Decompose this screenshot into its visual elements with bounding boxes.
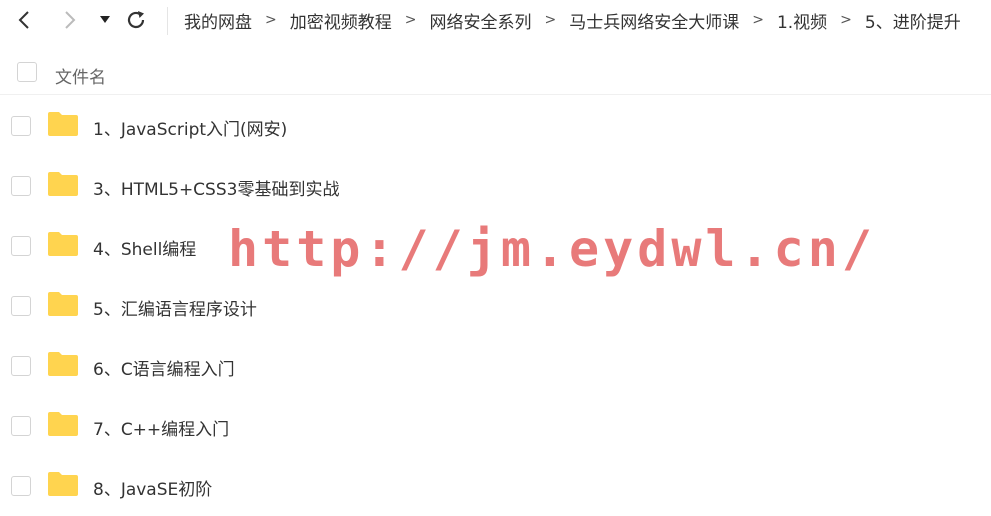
forward-button[interactable] [60, 8, 80, 32]
column-header-filename[interactable]: 文件名 [55, 63, 106, 88]
file-name: 7、C++编程入门 [93, 420, 230, 440]
file-row[interactable]: 5、汇编语言程序设计 [0, 276, 991, 336]
breadcrumb-item-current[interactable]: 5、进阶提升 [865, 8, 961, 33]
file-name: 5、汇编语言程序设计 [93, 300, 257, 320]
row-checkbox[interactable] [11, 296, 31, 316]
caret-down-icon [100, 16, 110, 23]
row-checkbox[interactable] [11, 116, 31, 136]
select-all-checkbox[interactable] [17, 62, 37, 82]
watermark-url: http://jm.eydwl.cn/ [228, 220, 876, 278]
breadcrumb-separator: > [404, 12, 417, 28]
row-checkbox[interactable] [11, 416, 31, 436]
file-list-header: 文件名 [0, 51, 991, 95]
file-row[interactable]: 8、JavaSE初阶 [0, 456, 991, 516]
refresh-icon [127, 11, 145, 29]
refresh-button[interactable] [124, 8, 148, 32]
breadcrumb-item[interactable]: 加密视频教程 [290, 8, 392, 33]
folder-icon [48, 112, 78, 136]
breadcrumb-separator: > [544, 12, 557, 28]
breadcrumb-item[interactable]: 马士兵网络安全大师课 [569, 8, 739, 33]
folder-icon [48, 232, 78, 256]
file-row[interactable]: 3、HTML5+CSS3零基础到实战 [0, 156, 991, 216]
top-navigation-bar: 我的网盘 > 加密视频教程 > 网络安全系列 > 马士兵网络安全大师课 > 1.… [0, 0, 991, 42]
breadcrumb-separator: > [265, 12, 277, 28]
breadcrumb-item[interactable]: 我的网盘 [184, 8, 252, 33]
breadcrumb-item[interactable]: 网络安全系列 [429, 8, 531, 33]
folder-icon [48, 472, 78, 496]
breadcrumb: 我的网盘 > 加密视频教程 > 网络安全系列 > 马士兵网络安全大师课 > 1.… [184, 0, 961, 40]
file-name: 3、HTML5+CSS3零基础到实战 [93, 180, 340, 200]
file-row[interactable]: 7、C++编程入门 [0, 396, 991, 456]
breadcrumb-separator: > [752, 12, 764, 28]
file-row[interactable]: 6、C语言编程入门 [0, 336, 991, 396]
folder-icon [48, 172, 78, 196]
chevron-left-icon [18, 11, 29, 29]
breadcrumb-item[interactable]: 1.视频 [777, 8, 827, 33]
history-dropdown-button[interactable] [98, 8, 112, 32]
nav-divider [167, 7, 168, 35]
folder-icon [48, 412, 78, 436]
folder-icon [48, 352, 78, 376]
breadcrumb-separator: > [840, 12, 852, 28]
row-checkbox[interactable] [11, 356, 31, 376]
file-name: 4、Shell编程 [93, 240, 197, 260]
chevron-right-icon [65, 11, 76, 29]
file-name: 8、JavaSE初阶 [93, 480, 213, 500]
file-name: 6、C语言编程入门 [93, 360, 235, 380]
back-button[interactable] [14, 8, 34, 32]
row-checkbox[interactable] [11, 236, 31, 256]
row-checkbox[interactable] [11, 176, 31, 196]
file-name: 1、JavaScript入门(网安) [93, 120, 288, 140]
row-checkbox[interactable] [11, 476, 31, 496]
file-row[interactable]: 1、JavaScript入门(网安) [0, 96, 991, 156]
folder-icon [48, 292, 78, 316]
